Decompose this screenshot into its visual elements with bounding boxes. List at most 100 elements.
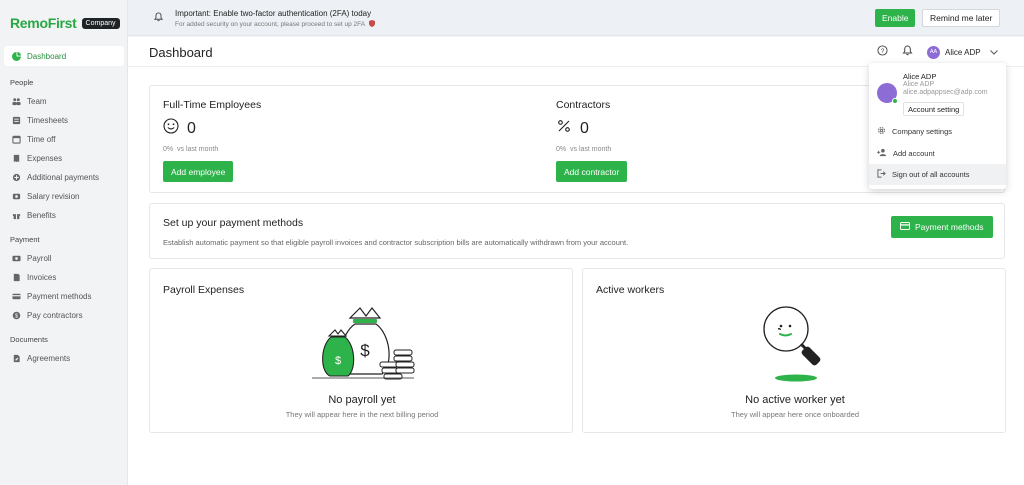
svg-text:$: $ — [360, 341, 370, 360]
fulltime-title: Full-Time Employees — [163, 99, 262, 111]
dropdown-user-name: Alice ADP — [903, 72, 937, 81]
avatar: AA — [927, 45, 940, 59]
sidebar-item-timesheets[interactable]: Timesheets — [4, 111, 124, 130]
sidebar-item-label: Additional payments — [27, 173, 100, 182]
section-payment: Payment — [10, 235, 40, 244]
user-menu-toggle[interactable]: AA Alice ADP — [927, 45, 998, 59]
sidebar-nav: Dashboard People Team Timesheets Time of… — [4, 46, 124, 368]
fulltime-change: 0% vs last month — [163, 146, 219, 153]
sidebar-item-payroll[interactable]: Payroll — [4, 249, 124, 268]
contractors-count: 0 — [580, 119, 589, 137]
payroll-empty-title: No payroll yet — [328, 394, 396, 406]
dropdown-user-email: alice.adpappsec@adp.com — [903, 89, 988, 96]
payment-methods-desc: Establish automatic payment so that elig… — [163, 238, 629, 247]
contractors-stat: 0 — [556, 118, 627, 139]
gift-icon — [12, 211, 21, 220]
pie-chart-icon — [12, 51, 21, 61]
section-documents: Documents — [10, 335, 48, 344]
sidebar-item-label: Timesheets — [27, 116, 69, 125]
contractors-title: Contractors — [556, 99, 611, 111]
sidebar-item-benefits[interactable]: Benefits — [4, 206, 124, 225]
credit-card-icon — [900, 222, 910, 232]
remind-later-button[interactable]: Remind me later — [922, 9, 1001, 27]
contractors-change: 0% vs last month — [556, 146, 612, 153]
sidebar-item-label: Agreements — [27, 354, 71, 363]
expenses-icon — [12, 154, 21, 163]
money-bags-illustration: $ $ — [310, 302, 416, 385]
add-employee-button[interactable]: Add employee — [163, 161, 234, 182]
fulltime-section: Full-Time Employees 0 0% vs last month A… — [163, 99, 261, 182]
shield-icon — [368, 20, 375, 29]
dollar-icon: $ — [12, 311, 21, 320]
banner-title: Important: Enable two-factor authenticat… — [175, 9, 372, 18]
add-contractor-button[interactable]: Add contractor — [556, 161, 628, 182]
enable-2fa-button[interactable]: Enable — [875, 9, 916, 27]
payroll-expenses-title: Payroll Expenses — [163, 284, 245, 296]
add-account-item[interactable]: Add account — [869, 143, 1006, 164]
2fa-banner: Important: Enable two-factor authenticat… — [128, 0, 1024, 36]
company-settings-item[interactable]: Company settings — [869, 121, 1006, 142]
sidebar-item-label: Expenses — [27, 154, 63, 163]
svg-text:?: ? — [881, 48, 885, 55]
additional-payments-icon — [12, 173, 21, 182]
invoices-icon — [12, 273, 21, 282]
document-icon — [12, 354, 21, 363]
add-user-icon — [877, 148, 887, 159]
percent-icon — [556, 118, 572, 139]
payroll-icon — [12, 254, 21, 263]
sidebar-item-expenses[interactable]: Expenses — [4, 149, 124, 168]
notifications-bell-icon[interactable] — [902, 45, 913, 59]
card-icon — [12, 292, 21, 301]
sidebar: RemoFirst Company Dashboard People Team … — [0, 0, 128, 485]
sidebar-item-label: Payment methods — [27, 292, 92, 301]
team-icon — [12, 97, 21, 106]
svg-text:$: $ — [335, 355, 341, 367]
sidebar-item-label: Invoices — [27, 273, 57, 282]
sign-out-item[interactable]: Sign out of all accounts — [869, 164, 1006, 185]
sidebar-item-label: Payroll — [27, 254, 52, 263]
magnifier-illustration — [756, 302, 836, 385]
workers-empty-title: No active worker yet — [745, 394, 845, 406]
active-workers-title: Active workers — [596, 284, 665, 296]
chevron-down-icon — [989, 48, 998, 57]
company-badge: Company — [81, 17, 120, 29]
payment-methods-button[interactable]: Payment methods — [891, 216, 993, 238]
active-workers-card: Active workers No active worker yet They… — [582, 268, 1006, 433]
sidebar-item-team[interactable]: Team — [4, 92, 124, 111]
smile-icon — [163, 118, 179, 139]
page-title: Dashboard — [149, 45, 213, 60]
sidebar-item-label: Salary revision — [27, 192, 80, 201]
sidebar-item-label: Benefits — [27, 211, 56, 220]
user-name: Alice ADP — [945, 47, 981, 57]
sidebar-item-label: Pay contractors — [27, 311, 83, 320]
sidebar-item-dashboard[interactable]: Dashboard — [4, 46, 124, 66]
payment-methods-card: Set up your payment methods Establish au… — [149, 203, 1005, 259]
sidebar-item-payment-methods[interactable]: Payment methods — [4, 287, 124, 306]
sidebar-item-label: Time off — [27, 135, 56, 144]
help-icon[interactable]: ? — [877, 45, 888, 59]
user-dropdown-menu: Alice ADP Alice ADP alice.adpappsec@adp.… — [869, 63, 1006, 189]
section-people: People — [10, 78, 34, 87]
salary-revision-icon — [12, 192, 21, 201]
timesheets-icon — [12, 116, 21, 125]
logo[interactable]: RemoFirst Company — [10, 15, 120, 31]
sidebar-item-salary-revision[interactable]: Salary revision — [4, 187, 124, 206]
header-actions: ? AA Alice ADP — [877, 45, 998, 59]
bell-icon — [153, 12, 164, 25]
payroll-expenses-card: Payroll Expenses $ $ No payroll yet They… — [149, 268, 573, 433]
sign-out-icon — [877, 169, 886, 180]
online-status-dot — [892, 98, 898, 104]
sidebar-item-additional-payments[interactable]: Additional payments — [4, 168, 124, 187]
sidebar-item-invoices[interactable]: Invoices — [4, 268, 124, 287]
calendar-icon — [12, 135, 21, 144]
workers-empty-subtitle: They will appear here once onboarded — [730, 410, 859, 419]
banner-subtitle: For added security on your account, plea… — [175, 20, 375, 29]
sidebar-item-agreements[interactable]: Agreements — [4, 349, 124, 368]
payment-methods-title: Set up your payment methods — [163, 217, 304, 229]
dropdown-user-subname: Alice ADP — [903, 81, 935, 88]
account-setting-button[interactable]: Account setting — [903, 102, 965, 116]
sidebar-item-pay-contractors[interactable]: $ Pay contractors — [4, 306, 124, 325]
sidebar-item-time-off[interactable]: Time off — [4, 130, 124, 149]
fulltime-stat: 0 — [163, 118, 261, 139]
logo-text: RemoFirst — [10, 15, 77, 31]
